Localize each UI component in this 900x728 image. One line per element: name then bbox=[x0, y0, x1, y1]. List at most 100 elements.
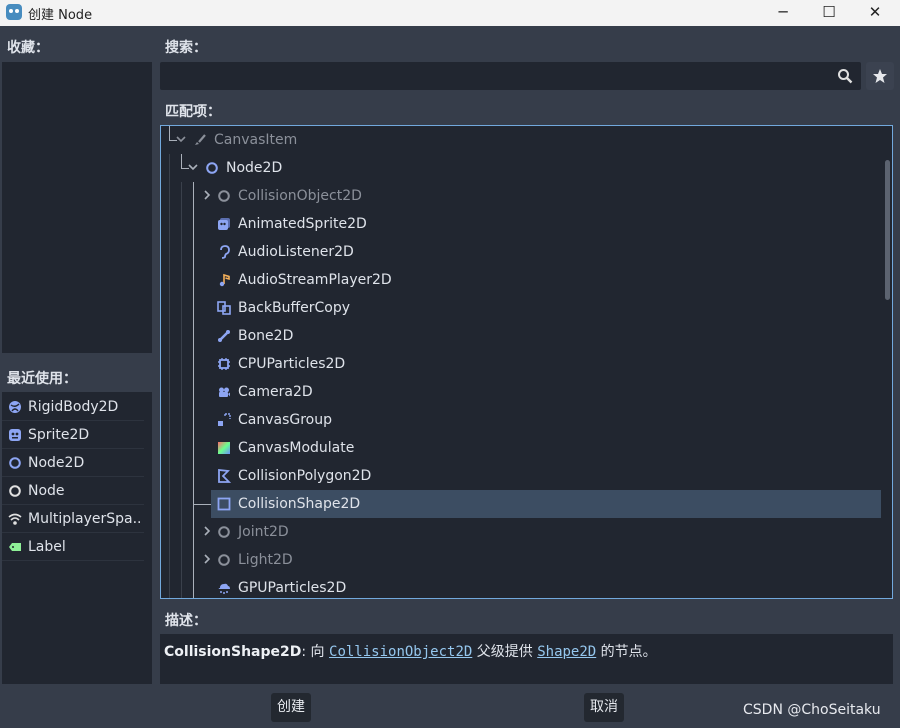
animated-sprite-icon bbox=[218, 218, 230, 230]
multiplayer-icon bbox=[8, 513, 22, 525]
recent-item-label: Node bbox=[28, 483, 65, 499]
collision-polygon-icon bbox=[218, 469, 231, 483]
chevron-right-icon[interactable] bbox=[201, 525, 213, 537]
tree-item-light2d[interactable]: Light2D bbox=[161, 546, 881, 574]
description-label: 描述： bbox=[165, 613, 207, 629]
tree-item-collisionobject2d[interactable]: CollisionObject2D bbox=[161, 182, 881, 210]
tree-item-backbuffercopy[interactable]: BackBufferCopy bbox=[161, 294, 881, 322]
recent-item-rigidbody2d[interactable]: RigidBody2D bbox=[2, 394, 144, 421]
tree-item-node2d[interactable]: Node2D bbox=[161, 154, 881, 182]
maximize-button[interactable]: ☐ bbox=[806, 0, 852, 26]
collision-shape-icon bbox=[217, 497, 231, 511]
circle-icon bbox=[218, 526, 230, 538]
description-sep: : 向 bbox=[301, 644, 330, 660]
tree-scrollbar[interactable] bbox=[885, 160, 890, 300]
description-text: CollisionShape2D: 向 CollisionObject2D 父级… bbox=[164, 641, 657, 661]
tree-item-label: Joint2D bbox=[238, 524, 289, 540]
tree-item-label: Node2D bbox=[226, 160, 283, 176]
node2d-icon bbox=[206, 162, 218, 174]
tree-item-canvasmodulate[interactable]: CanvasModulate bbox=[161, 434, 881, 462]
favorites-label: 收藏： bbox=[7, 40, 49, 56]
search-icon bbox=[838, 69, 853, 84]
tree-item-collisionpolygon2d[interactable]: CollisionPolygon2D bbox=[161, 462, 881, 490]
canvas-modulate-icon bbox=[218, 442, 230, 454]
tree-item-label: CollisionPolygon2D bbox=[238, 468, 372, 484]
tree-item-label: CollisionShape2D bbox=[238, 496, 361, 512]
recent-item-label-node[interactable]: Label bbox=[2, 534, 144, 561]
favorites-list[interactable] bbox=[2, 62, 152, 353]
recent-item-sprite2d[interactable]: Sprite2D bbox=[2, 422, 144, 449]
recent-item-label: MultiplayerSpa... bbox=[28, 511, 142, 527]
recent-item-multiplayer[interactable]: MultiplayerSpa... bbox=[2, 506, 144, 533]
recent-list[interactable]: RigidBody2D Sprite2D Node2D Node Multipl… bbox=[2, 392, 152, 684]
window-title: 创建 Node bbox=[28, 8, 93, 23]
ear-icon bbox=[220, 245, 230, 259]
tree-item-label: CanvasModulate bbox=[238, 440, 355, 456]
tree-item-label: CanvasItem bbox=[214, 132, 298, 148]
tree-item-camera2d[interactable]: Camera2D bbox=[161, 378, 881, 406]
recent-item-node2d[interactable]: Node2D bbox=[2, 450, 144, 477]
search-field[interactable] bbox=[160, 62, 861, 90]
star-icon bbox=[873, 69, 887, 83]
cpu-particles-icon bbox=[218, 358, 230, 370]
tree-item-label: AudioStreamPlayer2D bbox=[238, 272, 392, 288]
recent-item-node[interactable]: Node bbox=[2, 478, 144, 505]
tree-item-canvasgroup[interactable]: CanvasGroup bbox=[161, 406, 881, 434]
bone-icon bbox=[218, 330, 230, 342]
tree-item-label: CollisionObject2D bbox=[238, 188, 362, 204]
recent-item-label: Label bbox=[28, 539, 66, 555]
recent-label: 最近使用： bbox=[7, 371, 77, 387]
search-label: 搜索： bbox=[165, 40, 207, 56]
godot-logo-icon bbox=[6, 4, 22, 20]
tree-guide-line bbox=[193, 504, 211, 505]
search-input[interactable] bbox=[166, 66, 830, 88]
chevron-down-icon[interactable] bbox=[175, 133, 187, 145]
tree-item-label: BackBufferCopy bbox=[238, 300, 350, 316]
tree-item-audiostreamplayer2d[interactable]: AudioStreamPlayer2D bbox=[161, 266, 881, 294]
tree-item-cpuparticles2d[interactable]: CPUParticles2D bbox=[161, 350, 881, 378]
chevron-down-icon[interactable] bbox=[187, 161, 199, 173]
recent-item-label: RigidBody2D bbox=[28, 399, 119, 415]
backbuffer-icon bbox=[217, 301, 231, 315]
tree-item-label: AnimatedSprite2D bbox=[238, 216, 367, 232]
node2d-icon bbox=[9, 457, 21, 469]
recent-item-label: Node2D bbox=[28, 455, 85, 471]
description-link-shape2d[interactable]: Shape2D bbox=[537, 644, 596, 660]
tree-item-label: Bone2D bbox=[238, 328, 294, 344]
rigidbody-icon bbox=[9, 401, 21, 413]
minimize-button[interactable]: ─ bbox=[760, 0, 806, 26]
favorite-button[interactable] bbox=[866, 62, 894, 90]
chevron-right-icon[interactable] bbox=[201, 553, 213, 565]
close-button[interactable]: ✕ bbox=[852, 0, 898, 26]
description-panel: CollisionShape2D: 向 CollisionObject2D 父级… bbox=[160, 634, 893, 684]
description-tail: 的节点。 bbox=[596, 644, 657, 660]
tree-item-animatedsprite2d[interactable]: AnimatedSprite2D bbox=[161, 210, 881, 238]
tree-item-audiolistener2d[interactable]: AudioListener2D bbox=[161, 238, 881, 266]
label-icon bbox=[9, 543, 21, 551]
tree-item-label: Camera2D bbox=[238, 384, 313, 400]
create-button[interactable]: 创建 bbox=[271, 693, 311, 722]
description-node-name: CollisionShape2D bbox=[164, 644, 302, 660]
node-icon bbox=[9, 485, 21, 497]
tree-item-joint2d[interactable]: Joint2D bbox=[161, 518, 881, 546]
tree-item-collisionshape2d[interactable]: CollisionShape2D bbox=[211, 490, 881, 518]
tree-item-canvasitem[interactable]: CanvasItem bbox=[161, 126, 881, 154]
chevron-right-icon[interactable] bbox=[201, 189, 213, 201]
description-link-collisionobject2d[interactable]: CollisionObject2D bbox=[329, 644, 472, 660]
sprite-icon bbox=[9, 429, 21, 441]
tree-item-bone2d[interactable]: Bone2D bbox=[161, 322, 881, 350]
tree-item-label: CPUParticles2D bbox=[238, 356, 346, 372]
tree-item-label: GPUParticles2D bbox=[238, 580, 347, 596]
watermark: CSDN @ChoSeitaku bbox=[743, 702, 881, 718]
music-note-icon bbox=[219, 273, 230, 287]
circle-icon bbox=[218, 190, 230, 202]
camera-icon bbox=[219, 387, 230, 397]
circle-icon bbox=[218, 554, 230, 566]
gpu-particles-icon bbox=[218, 583, 230, 594]
tree-item-label: AudioListener2D bbox=[238, 244, 354, 260]
matches-label: 匹配项： bbox=[165, 104, 221, 120]
recent-item-label: Sprite2D bbox=[28, 427, 90, 443]
cancel-button[interactable]: 取消 bbox=[584, 693, 624, 722]
matches-tree[interactable]: CanvasItem Node2D CollisionObject2D Anim… bbox=[160, 125, 893, 599]
tree-item-gpuparticles2d[interactable]: GPUParticles2D bbox=[161, 574, 881, 598]
